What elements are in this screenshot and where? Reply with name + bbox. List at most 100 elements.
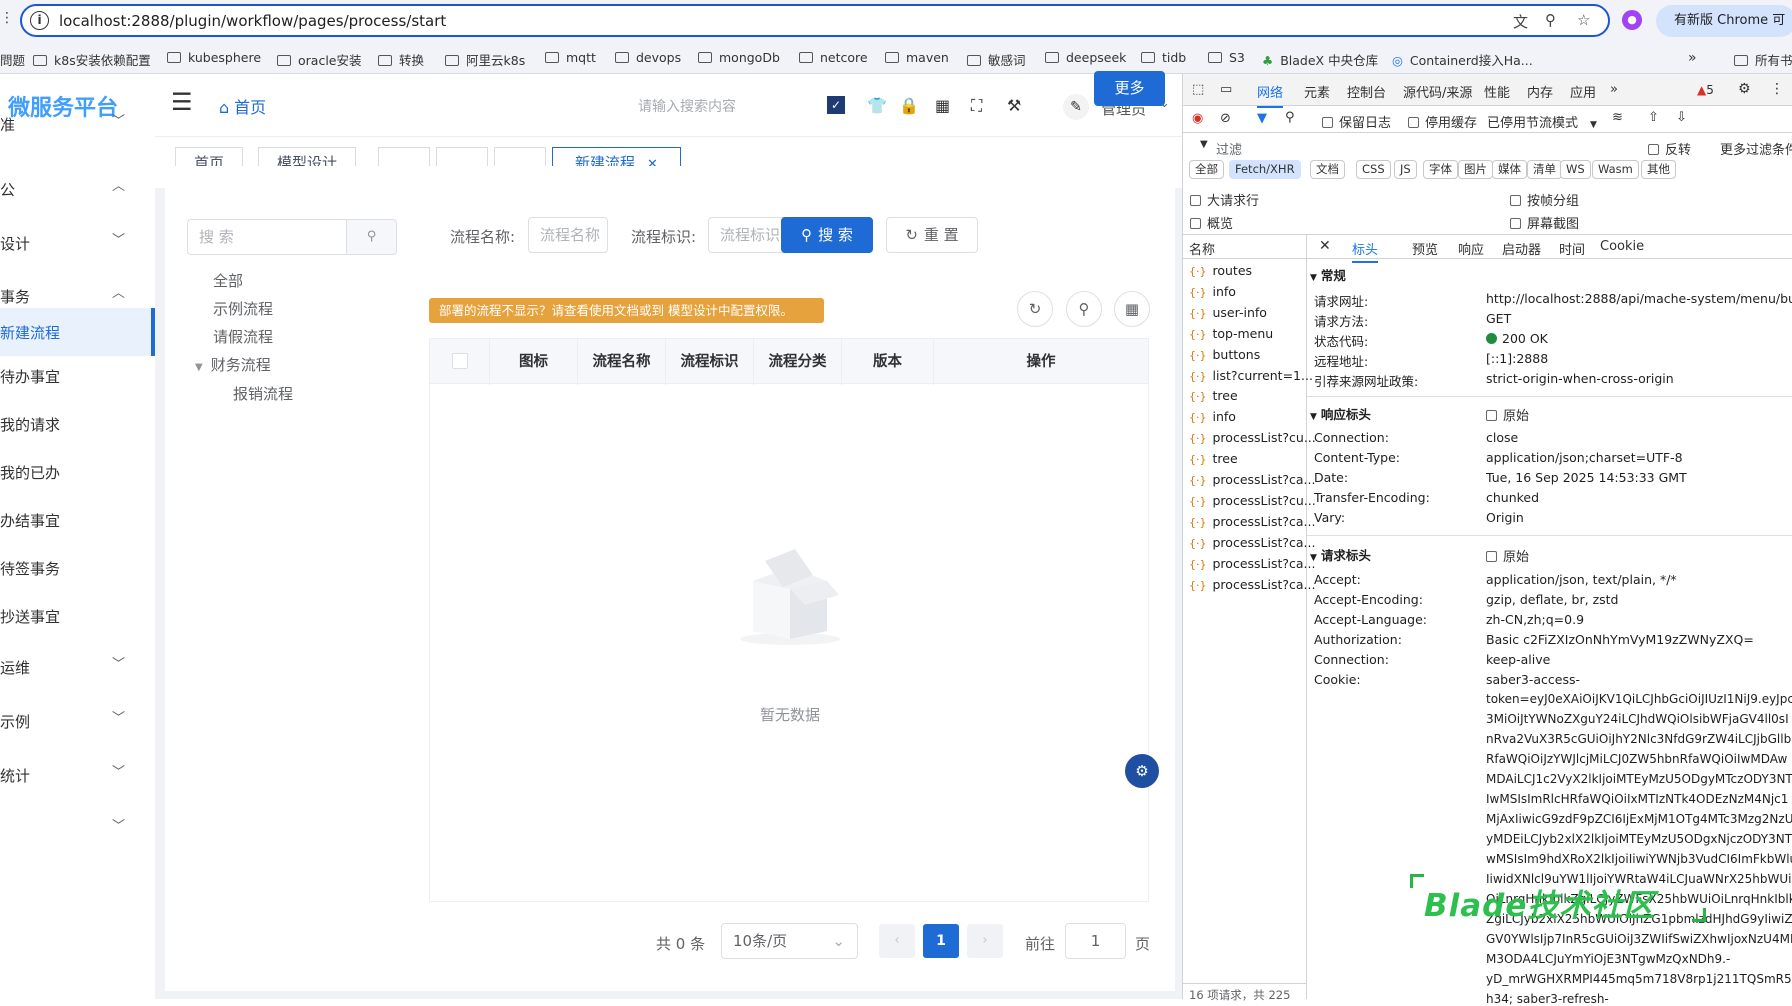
type-chip[interactable]: Fetch/XHR [1229, 160, 1301, 179]
address-bar[interactable]: i localhost:2888/plugin/workflow/pages/p… [20, 4, 1610, 37]
settings-gear-icon[interactable]: ⚙ [1738, 81, 1751, 97]
big-request-rows-checkbox[interactable]: 大请求行 [1190, 190, 1259, 209]
export-icon[interactable]: ⇩ [1676, 110, 1687, 125]
fullscreen-icon[interactable]: ⛶ [971, 96, 991, 116]
overview-checkbox[interactable]: 概览 [1190, 213, 1233, 232]
checkbox-icon[interactable]: ✓ [827, 96, 847, 116]
bookmark-item[interactable]: tidb [1141, 50, 1186, 65]
url-text[interactable]: localhost:2888/plugin/workflow/pages/pro… [59, 12, 446, 30]
type-chip[interactable]: JS [1394, 160, 1417, 179]
site-info-icon[interactable]: i [30, 11, 49, 30]
import-icon[interactable]: ⇧ [1648, 110, 1659, 125]
bookmark-item[interactable]: devops [615, 50, 681, 65]
request-row[interactable]: {·} list?current=1... [1189, 368, 1313, 383]
tree-node-reimburse[interactable]: 报销流程 [233, 383, 293, 404]
menu-dots-fragment[interactable]: ⋮ [0, 10, 14, 26]
type-chip[interactable]: 图片 [1458, 160, 1493, 179]
prev-page-button[interactable]: ‹ [879, 924, 915, 958]
toggle-search-button[interactable]: ⚲ [1066, 291, 1102, 327]
header-value[interactable]: Tue, 16 Sep 2025 14:53:33 GMT [1486, 470, 1687, 485]
chrome-update-button[interactable]: 有新版 Chrome 可用 [1656, 5, 1792, 60]
reset-button[interactable]: ↻ 重 置 [886, 217, 978, 253]
caret-down-icon[interactable]: ▼ [195, 362, 203, 373]
request-row[interactable]: {·} tree [1189, 388, 1238, 403]
bookmark-star-icon[interactable]: ☆ [1577, 11, 1590, 29]
issues-badge[interactable]: ▲5 [1697, 83, 1714, 97]
sidebar-item[interactable]: 示例 ﹀ [0, 701, 155, 741]
detail-tab[interactable]: 时间 [1559, 239, 1585, 258]
debug-icon[interactable]: ⚒ [1007, 96, 1027, 116]
header-value[interactable]: application/json, text/plain, */* [1486, 572, 1677, 587]
request-row[interactable]: {·} info [1189, 284, 1236, 299]
tree-node-all[interactable]: 全部 [213, 270, 243, 291]
more-button[interactable]: 更多 [1094, 71, 1165, 106]
header-value[interactable]: saber3-access- [1486, 672, 1580, 687]
detail-tab[interactable]: 启动器 [1502, 239, 1541, 258]
request-row[interactable]: {·} processList?ca... [1189, 514, 1315, 529]
request-row[interactable]: {·} buttons [1189, 347, 1260, 362]
request-row[interactable]: {·} processList?ca... [1189, 472, 1315, 487]
header-value[interactable]: strict-origin-when-cross-origin [1486, 371, 1674, 386]
request-row[interactable]: {·} top-menu [1189, 326, 1273, 341]
bookmark-item[interactable]: oracle安装 [277, 50, 361, 69]
devtools-tab-network[interactable]: 网络 [1257, 82, 1284, 108]
type-chip[interactable]: 字体 [1423, 160, 1458, 179]
throttle-select[interactable]: 已停用节流模式 ▼ [1487, 112, 1597, 131]
sidebar-item[interactable]: 办结事宜 [0, 500, 155, 540]
screenshots-checkbox[interactable]: 屏幕截图 [1510, 213, 1579, 232]
devtools-menu-icon[interactable]: ⋮ [1770, 81, 1784, 97]
detail-tab[interactable]: 标头 [1352, 239, 1379, 263]
sidebar-item[interactable]: 运维 ﹀ [0, 647, 155, 687]
header-value[interactable]: keep-alive [1486, 652, 1550, 667]
sidebar-item[interactable]: 待签事务 [0, 548, 155, 588]
sidebar-item[interactable]: 设计 ﹀ [0, 223, 155, 263]
page-size-select[interactable]: 10条/页 ⌄ [721, 923, 858, 959]
sidebar-item[interactable]: 公 ︿ [0, 169, 155, 209]
theme-shirt-icon[interactable]: 👕 [867, 96, 887, 116]
header-value[interactable]: gzip, deflate, br, zstd [1486, 592, 1618, 607]
request-row[interactable]: {·} processList?cu... [1189, 430, 1316, 445]
device-toggle-icon[interactable]: ▭ [1220, 82, 1232, 97]
bookmark-item[interactable]: S3 [1208, 50, 1245, 65]
search-button[interactable]: ⚲ 搜 索 [781, 217, 873, 253]
tree-node-example[interactable]: 示例流程 [213, 298, 273, 319]
permission-notice[interactable]: 部署的流程不显示？请查看使用文档或到 模型设计中配置权限。 [429, 298, 824, 323]
invert-checkbox[interactable]: 反转 [1648, 139, 1691, 158]
sidebar-item[interactable]: 我的请求 [0, 404, 155, 444]
request-row[interactable]: {·} processList?cu... [1189, 493, 1316, 508]
request-row[interactable]: {·} processList?ca... [1189, 556, 1315, 571]
header-value[interactable]: [::1]:2888 [1486, 351, 1548, 366]
select-all-cell[interactable] [430, 339, 490, 385]
request-row[interactable]: {·} info [1189, 409, 1236, 424]
columns-button[interactable]: ▦ [1114, 291, 1150, 327]
type-chip[interactable]: Wasm [1592, 160, 1639, 179]
request-row[interactable]: {·} tree [1189, 451, 1238, 466]
request-headers-title[interactable]: ▼ 请求标头 [1310, 545, 1371, 564]
filter-input[interactable]: 过滤 [1216, 139, 1242, 158]
tree-node-finance[interactable]: ▼ 财务流程 [195, 354, 271, 375]
close-detail-icon[interactable]: ✕ [1319, 238, 1331, 254]
request-row[interactable]: {·} user-info [1189, 305, 1267, 320]
bookmark-item[interactable]: mqtt [545, 50, 596, 65]
request-row[interactable]: {·} processList?ca... [1189, 535, 1315, 550]
header-value[interactable]: zh-CN,zh;q=0.9 [1486, 612, 1584, 627]
sidebar-item[interactable]: 待办事宜 [0, 356, 155, 396]
header-value[interactable]: close [1486, 430, 1518, 445]
devtools-tab-elements[interactable]: 元素 [1304, 82, 1330, 101]
bookmark-fragment[interactable]: 問题 [0, 50, 25, 69]
bookmarks-overflow-icon[interactable]: » [1688, 50, 1697, 66]
page-number[interactable]: 1 [923, 924, 959, 958]
devtools-tab-performance[interactable]: 性能 [1484, 82, 1510, 101]
bookmark-item[interactable]: ♣ BladeX 中央仓库 [1262, 50, 1378, 69]
type-chip[interactable]: CSS [1356, 160, 1391, 179]
sidebar-item[interactable]: ﹀ [0, 809, 155, 849]
sidebar-item[interactable]: 准 ﹀ [0, 104, 155, 144]
response-headers-title[interactable]: ▼ 响应标头 [1310, 404, 1371, 423]
type-chip[interactable]: 清单 [1527, 160, 1562, 179]
profile-avatar-icon[interactable]: ● [1622, 10, 1642, 30]
header-value[interactable]: Basic c2FiZXIzOnNhYmVyM19zZWNyZXQ= [1486, 632, 1754, 647]
goto-page-input[interactable]: 1 [1065, 923, 1126, 959]
more-tabs-icon[interactable]: » [1610, 82, 1618, 97]
bookmark-item[interactable]: deepseek [1045, 50, 1126, 65]
type-chip[interactable]: 其他 [1641, 160, 1676, 179]
